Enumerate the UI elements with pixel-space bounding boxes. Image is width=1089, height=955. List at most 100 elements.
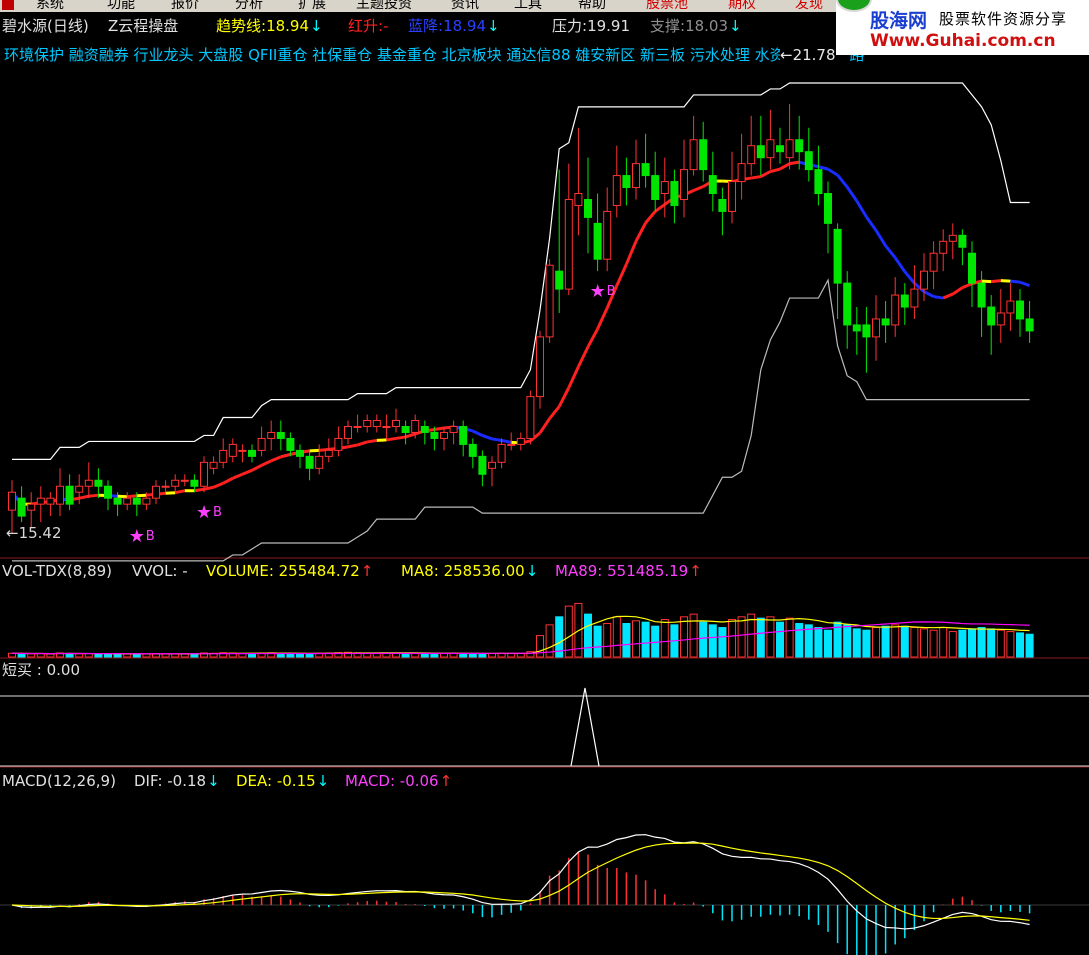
trend-line-segment (501, 438, 512, 444)
candle-body (804, 151, 813, 171)
candle-body (449, 425, 458, 433)
ma8-label: MA8: 258536.00 (401, 562, 525, 580)
candle-body (334, 437, 343, 451)
volume-bar (603, 623, 612, 658)
blue-fall-readout: 蓝降:18.94↓ (408, 18, 500, 35)
volume-bar (728, 619, 736, 658)
trend-line-segment (836, 174, 849, 188)
volume-bar (536, 635, 544, 658)
candle-body (555, 270, 564, 290)
candle-body (996, 312, 1005, 326)
volume-bar (824, 629, 832, 658)
candle-body (171, 479, 180, 487)
pressure-readout: 压力:19.91 (552, 18, 630, 35)
candle-body (440, 431, 448, 439)
short-buy-spike (570, 687, 600, 767)
trend-line-segment (386, 436, 397, 442)
volume-bar (766, 616, 775, 658)
volume-bar (737, 616, 746, 658)
candle-body (430, 431, 439, 439)
pressure-band-line (12, 82, 1030, 460)
volume-bar (948, 631, 957, 658)
volume-bar (968, 628, 976, 658)
candle-body (36, 497, 45, 505)
candle-body (488, 461, 496, 469)
candle-body (478, 455, 487, 475)
vvol-readout: VVOL: - (132, 562, 188, 580)
trend-line-segment (213, 481, 224, 489)
trend-line-segment (615, 263, 628, 287)
blue-label: 蓝降: (408, 17, 444, 35)
trend-line-segment (634, 222, 647, 242)
volume-bar (296, 653, 304, 658)
candle-body (689, 139, 698, 171)
watermark-tagline: 股票软件资源分享 (939, 10, 1068, 28)
blue-arrow-icon: ↓ (487, 17, 500, 35)
trend-line-segment (942, 292, 954, 300)
candle-body (132, 497, 141, 505)
trend-line-segment (644, 210, 657, 224)
candle-body (113, 497, 122, 505)
trend-line-segment (654, 203, 666, 213)
candle-body (17, 497, 26, 517)
trend-line-segment (174, 489, 186, 495)
volume-bar (852, 628, 861, 658)
candle-body (814, 169, 823, 195)
trend-line-segment (538, 417, 551, 434)
macd-indicator-title: MACD(12,26,9) (2, 772, 116, 790)
trend-line-segment (1010, 279, 1021, 284)
volume-bar (113, 653, 122, 658)
candle-body (747, 145, 756, 165)
candle-body (382, 425, 391, 428)
trend-line-segment (78, 494, 90, 500)
candle-body (209, 461, 218, 469)
volume-bar (17, 653, 26, 658)
volume-bar (123, 653, 132, 658)
trend-line-segment (893, 256, 907, 273)
candle-body (756, 145, 765, 159)
candle-body (353, 425, 362, 428)
candle-body (315, 455, 324, 469)
trend-line-segment (1019, 280, 1031, 288)
candle-body (795, 139, 804, 153)
candle-body (1025, 318, 1034, 332)
candle-body (824, 193, 832, 224)
volume-bar (641, 621, 650, 658)
candle-body (852, 324, 861, 332)
support-readout: 支撑:18.03↓ (650, 18, 742, 35)
volume-bar (75, 653, 84, 658)
volume-bar (996, 629, 1005, 658)
buy-signal-label: B (146, 529, 155, 544)
trend-line-segment (260, 459, 272, 467)
volume-bar (785, 617, 794, 658)
dif-readout: DIF: -0.18↓ (134, 773, 220, 790)
volume-bar (977, 627, 986, 658)
trend-line-segment (434, 426, 445, 431)
trend-line-readout: 趋势线:18.94↓ (216, 18, 323, 35)
candle-body (680, 169, 688, 200)
volume-bar (910, 627, 919, 658)
trend-line-segment (760, 170, 772, 178)
volume-bar (881, 625, 890, 658)
trend-line-segment (625, 240, 638, 265)
volume-bar (929, 629, 938, 658)
candle-body (785, 139, 794, 159)
low-price-marker: ←15.42 (6, 524, 62, 542)
candle-body (920, 270, 928, 290)
candle-body (939, 240, 948, 254)
macd-label: MACD: -0.06 (345, 772, 439, 790)
trend-line-segment (405, 432, 416, 439)
volume-bar (584, 613, 592, 658)
volume-bar (660, 619, 669, 658)
volume-bar (132, 653, 141, 658)
candle-body (843, 282, 852, 326)
volume-bar (632, 620, 640, 658)
candle-body (401, 425, 410, 433)
volume-bar (699, 621, 708, 658)
candle-body (900, 294, 909, 308)
candle-body (27, 503, 36, 511)
candle-body (948, 234, 957, 242)
candle-body (593, 222, 602, 260)
buy-signal-label: B (607, 284, 616, 299)
ma8-readout: MA8: 258536.00↓ (401, 563, 538, 580)
